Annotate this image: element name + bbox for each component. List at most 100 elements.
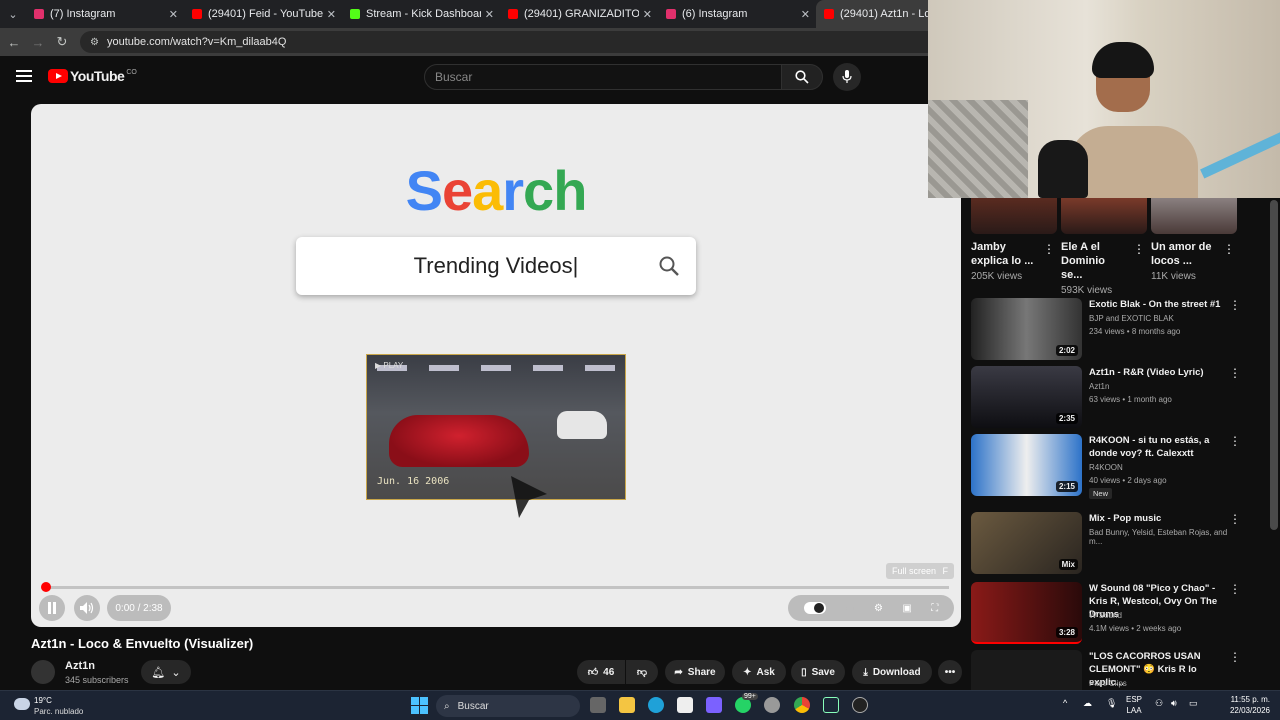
more-vertical-icon[interactable]: ⋮ bbox=[1229, 366, 1241, 380]
chrome-icon[interactable] bbox=[794, 697, 810, 713]
more-vertical-icon[interactable]: ⋮ bbox=[1229, 298, 1241, 312]
task-view-icon[interactable] bbox=[590, 697, 606, 713]
video-thumbnail[interactable]: Mix bbox=[971, 512, 1082, 574]
more-vertical-icon[interactable]: ⋮ bbox=[1229, 434, 1241, 448]
taskbar-search[interactable]: ⌕ Buscar bbox=[436, 695, 580, 717]
channel-name[interactable]: R4KOON bbox=[1089, 463, 1123, 472]
forward-arrow-icon[interactable]: → bbox=[26, 35, 50, 50]
more-vertical-icon[interactable]: ⋮ bbox=[1133, 242, 1145, 256]
system-clock[interactable]: 11:55 p. m. 22/03/2026 bbox=[1210, 694, 1270, 716]
video-title[interactable]: Azt1n - R&R (Video Lyric) bbox=[1089, 366, 1229, 379]
settings-gear-icon[interactable] bbox=[764, 697, 780, 713]
video-player[interactable]: Search Trending Videos| ▶ PLAY Jun. 16 2… bbox=[31, 104, 961, 627]
video-thumbnail[interactable]: 2:02 bbox=[971, 298, 1082, 360]
steam-icon[interactable] bbox=[823, 697, 839, 713]
autoplay-toggle[interactable] bbox=[803, 602, 826, 614]
dislike-button[interactable]: 👎︎ bbox=[626, 660, 658, 684]
more-vertical-icon[interactable]: ⋮ bbox=[1229, 582, 1241, 596]
chevron-up-icon[interactable]: ^ bbox=[1063, 698, 1067, 708]
notification-bell-button[interactable]: 🔔︎ ⌄ bbox=[141, 660, 191, 684]
short-item[interactable]: Un amor de locos ... 11K views ⋮ bbox=[1151, 198, 1237, 282]
file-explorer-icon[interactable] bbox=[619, 697, 635, 713]
channel-name[interactable]: Azt1n bbox=[65, 660, 95, 672]
recommended-video[interactable]: 2:02 Exotic Blak - On the street #1 BJP … bbox=[971, 298, 1241, 362]
microphone-tray-icon[interactable]: 🎙︎ bbox=[1106, 698, 1117, 709]
weather-widget[interactable]: 19°C Parc. nublado bbox=[14, 694, 114, 718]
back-arrow-icon[interactable]: ← bbox=[2, 35, 26, 50]
close-tab-icon[interactable]: ✕ bbox=[327, 8, 336, 21]
more-vertical-icon[interactable]: ⋮ bbox=[1229, 512, 1241, 526]
reload-icon[interactable]: ↻ bbox=[50, 34, 74, 50]
video-thumbnail[interactable]: 2:35 bbox=[971, 366, 1082, 428]
close-tab-icon[interactable]: ✕ bbox=[801, 8, 810, 21]
recommended-video[interactable]: 3:28 W Sound 08 "Pico y Chao" - Kris R, … bbox=[971, 582, 1241, 646]
short-item[interactable]: Jamby explica lo ... 205K views ⋮ bbox=[971, 198, 1057, 282]
settings-gear-icon[interactable]: ⚙ bbox=[874, 603, 883, 614]
download-button[interactable]: ⤓ Download bbox=[852, 660, 932, 684]
address-bar[interactable]: ⚙ youtube.com/watch?v=Km_dilaab4Q bbox=[80, 31, 960, 53]
recommended-video[interactable]: 2:15 R4KOON - si tu no estás, a donde vo… bbox=[971, 434, 1241, 499]
short-title[interactable]: Un amor de locos ... bbox=[1151, 240, 1219, 268]
short-title[interactable]: Ele A el Dominio se... bbox=[1061, 240, 1129, 282]
onedrive-icon[interactable]: ☁ bbox=[1083, 698, 1092, 709]
speaker-icon[interactable]: 🔊︎ bbox=[1171, 698, 1177, 709]
video-thumbnail[interactable]: 2:15 bbox=[971, 434, 1082, 496]
sidebar-scrollbar[interactable] bbox=[1270, 200, 1278, 530]
channel-name[interactable]: W Sound bbox=[1089, 611, 1122, 620]
like-button[interactable]: 👍︎ 46 bbox=[577, 660, 625, 684]
channel-name[interactable]: BJP and EXOTIC BLAK bbox=[1089, 314, 1174, 323]
site-info-icon[interactable]: ⚙ bbox=[90, 37, 99, 48]
battery-icon[interactable]: ▭ bbox=[1189, 698, 1198, 709]
video-thumbnail[interactable]: 3:28 bbox=[971, 582, 1082, 644]
youtube-logo[interactable]: YouTube CO bbox=[48, 68, 137, 84]
theater-mode-icon[interactable]: ▣ bbox=[902, 603, 911, 614]
browser-tab[interactable]: (29401) GRANIZADITO REMIX ✕ bbox=[500, 0, 658, 28]
short-thumbnail[interactable] bbox=[971, 198, 1057, 234]
more-vertical-icon[interactable]: ⋮ bbox=[1223, 242, 1235, 256]
browser-tab[interactable]: Stream - Kick Dashboard ✕ bbox=[342, 0, 500, 28]
recommended-video[interactable]: "LOS CACORROS USAN CLEMONT" 😳 Kris R lo … bbox=[971, 650, 1241, 690]
channel-name[interactable]: Plani Clips bbox=[1089, 679, 1127, 688]
browser-tab[interactable]: (29401) Feid - YouTube ✕ bbox=[184, 0, 342, 28]
pause-button[interactable] bbox=[39, 595, 65, 621]
network-icon[interactable]: ⚇ bbox=[1155, 698, 1163, 709]
voice-search-button[interactable] bbox=[833, 63, 861, 91]
browser-tab[interactable]: (6) Instagram ✕ bbox=[658, 0, 816, 28]
video-title[interactable]: Exotic Blak - On the street #1 bbox=[1089, 298, 1229, 311]
edge-icon[interactable] bbox=[648, 697, 664, 713]
browser-tab[interactable]: (7) Instagram ✕ bbox=[26, 0, 184, 28]
more-actions-button[interactable]: ••• bbox=[938, 660, 962, 684]
copilot-icon[interactable] bbox=[706, 697, 722, 713]
short-thumbnail[interactable] bbox=[1151, 198, 1237, 234]
recommended-video[interactable]: 2:35 Azt1n - R&R (Video Lyric) Azt1n 63 … bbox=[971, 366, 1241, 430]
more-vertical-icon[interactable]: ⋮ bbox=[1229, 650, 1241, 664]
store-icon[interactable] bbox=[677, 697, 693, 713]
close-tab-icon[interactable]: ✕ bbox=[485, 8, 494, 21]
save-button[interactable]: ▯ Save bbox=[791, 660, 845, 684]
video-title[interactable]: R4KOON - si tu no estás, a donde voy? ft… bbox=[1089, 434, 1229, 460]
video-title[interactable]: Mix - Pop music bbox=[1089, 512, 1229, 525]
tab-search-chevron-icon[interactable]: ⌄ bbox=[0, 0, 26, 28]
fullscreen-icon[interactable]: ⛶ bbox=[931, 603, 938, 614]
input-language[interactable]: ESP LAA bbox=[1126, 694, 1142, 716]
progress-scrubber[interactable] bbox=[41, 582, 51, 592]
share-button[interactable]: ➦ Share bbox=[665, 660, 725, 684]
captions-icon[interactable]: ▭ bbox=[845, 603, 854, 614]
channel-name[interactable]: Azt1n bbox=[1089, 382, 1109, 391]
short-thumbnail[interactable] bbox=[1061, 198, 1147, 234]
recommended-mix[interactable]: Mix Mix - Pop music Bad Bunny, Yelsid, E… bbox=[971, 512, 1241, 576]
short-item[interactable]: Ele A el Dominio se... 593K views ⋮ bbox=[1061, 198, 1147, 296]
search-input[interactable]: Buscar bbox=[424, 64, 782, 90]
progress-bar[interactable] bbox=[41, 582, 949, 592]
windows-start-icon[interactable] bbox=[411, 697, 428, 714]
menu-icon[interactable] bbox=[16, 70, 32, 82]
close-tab-icon[interactable]: ✕ bbox=[169, 8, 178, 21]
close-tab-icon[interactable]: ✕ bbox=[643, 8, 652, 21]
obs-icon[interactable] bbox=[852, 697, 868, 713]
video-thumbnail[interactable] bbox=[971, 650, 1082, 690]
ask-button[interactable]: ✦ Ask bbox=[732, 660, 786, 684]
more-vertical-icon[interactable]: ⋮ bbox=[1043, 242, 1055, 256]
search-button[interactable] bbox=[781, 64, 823, 90]
short-title[interactable]: Jamby explica lo ... bbox=[971, 240, 1039, 268]
volume-button[interactable] bbox=[74, 595, 100, 621]
